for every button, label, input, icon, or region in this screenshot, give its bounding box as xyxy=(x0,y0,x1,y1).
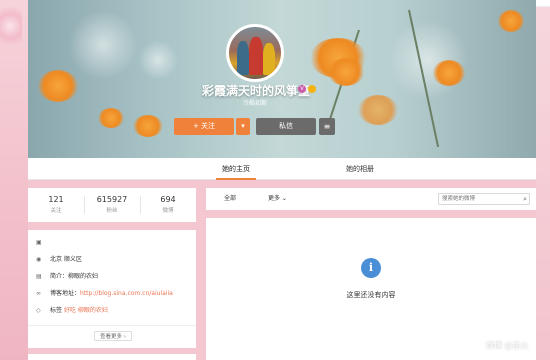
tags-row: ◇ 标签 好吃 柳眼的农妇 xyxy=(36,305,108,317)
watermark-text: 微博 @金火 xyxy=(486,341,529,350)
message-button[interactable]: 私信 xyxy=(256,118,316,135)
stats-panel: 121 关注 615927 粉丝 694 微博 xyxy=(28,188,196,222)
member-badge-icon[interactable] xyxy=(308,85,316,93)
profile-tabs: 她的主页 她的相册 xyxy=(28,158,536,180)
tag-icon: ◇ xyxy=(36,307,41,314)
intro-row: ▤ 简介：柳眼的农妇 xyxy=(36,271,98,283)
location-icon: ◉ xyxy=(36,256,42,263)
follow-dropdown-button[interactable]: ▾ xyxy=(236,118,250,135)
bokeh-light xyxy=(68,10,138,80)
tags-value[interactable]: 好吃 柳眼的农妇 xyxy=(64,307,108,314)
empty-feed-message: 这里还没有内容 xyxy=(346,291,396,299)
feed-filter-bar: 全部 更多 ⌄ ⌕ xyxy=(206,188,536,210)
blog-label: 博客地址： xyxy=(50,290,81,297)
blog-row: ∞ 博客地址：http://blog.sina.com.cn/aiulaiia xyxy=(36,288,173,300)
tab-album[interactable]: 她的相册 xyxy=(324,158,396,180)
verified-badge-icon[interactable]: V xyxy=(298,85,306,93)
blog-link[interactable]: http://blog.sina.com.cn/aiulaiia xyxy=(80,290,173,297)
stat-followers-value: 615927 xyxy=(96,195,128,204)
link-icon: ∞ xyxy=(36,290,41,297)
stat-posts-label: 微博 xyxy=(162,208,174,214)
orange-flower xyxy=(38,70,78,102)
orange-flower xyxy=(358,95,398,125)
filter-more-dropdown[interactable]: 更多 ⌄ xyxy=(268,188,287,210)
stat-posts-value: 694 xyxy=(160,195,176,204)
bokeh-light xyxy=(388,20,468,100)
more-menu-button[interactable]: ≡ xyxy=(319,118,335,135)
feed-search-input[interactable] xyxy=(442,194,516,204)
filter-all[interactable]: 全部 xyxy=(224,188,236,210)
location-text: 北京 顺义区 xyxy=(50,256,82,263)
stat-followers-label: 粉丝 xyxy=(106,208,118,214)
orange-flower xyxy=(433,60,465,86)
orange-flower xyxy=(133,115,163,137)
blossom-decoration xyxy=(0,6,22,46)
orange-flower xyxy=(328,58,364,86)
intro-value: 柳眼的农妇 xyxy=(68,273,99,280)
orange-flower xyxy=(98,108,124,128)
info-icon: i xyxy=(361,258,381,278)
next-panel xyxy=(28,354,196,360)
intro-icon: ▤ xyxy=(36,273,42,280)
profile-subtitle: 冷酷如斯 xyxy=(242,100,267,107)
level-row: ▣ xyxy=(36,237,50,249)
page-background-right xyxy=(536,0,550,360)
search-icon[interactable]: ⌕ xyxy=(523,194,527,204)
stat-following-value: 121 xyxy=(48,195,64,204)
follow-button[interactable]: + 关注 xyxy=(174,118,234,135)
info-panel: ▣ ◉ 北京 顺义区 ▤ 简介：柳眼的农妇 ∞ 博客地址：http://blog.si… xyxy=(28,230,196,348)
stat-following-label: 关注 xyxy=(50,208,62,214)
divider xyxy=(28,325,196,326)
intro-label: 简介： xyxy=(50,273,69,280)
view-more-button[interactable]: 查看更多 › xyxy=(94,331,132,341)
active-tab-indicator xyxy=(216,178,256,180)
stat-followers[interactable]: 615927 粉丝 xyxy=(84,188,140,222)
level-icon: ▣ xyxy=(36,239,42,246)
profile-avatar[interactable] xyxy=(226,24,284,82)
page-background-left xyxy=(0,0,28,360)
bokeh-light xyxy=(138,40,178,80)
orange-flower xyxy=(498,10,524,32)
tab-home[interactable]: 她的主页 xyxy=(200,158,272,180)
stat-following[interactable]: 121 关注 xyxy=(28,188,84,222)
feed-search-box[interactable]: ⌕ xyxy=(438,193,530,205)
tags-label: 标签 xyxy=(50,307,63,314)
location-row: ◉ 北京 顺义区 xyxy=(36,254,82,266)
stat-posts[interactable]: 694 微博 xyxy=(140,188,196,222)
feed-empty-panel: i 这里还没有内容 xyxy=(206,218,536,360)
